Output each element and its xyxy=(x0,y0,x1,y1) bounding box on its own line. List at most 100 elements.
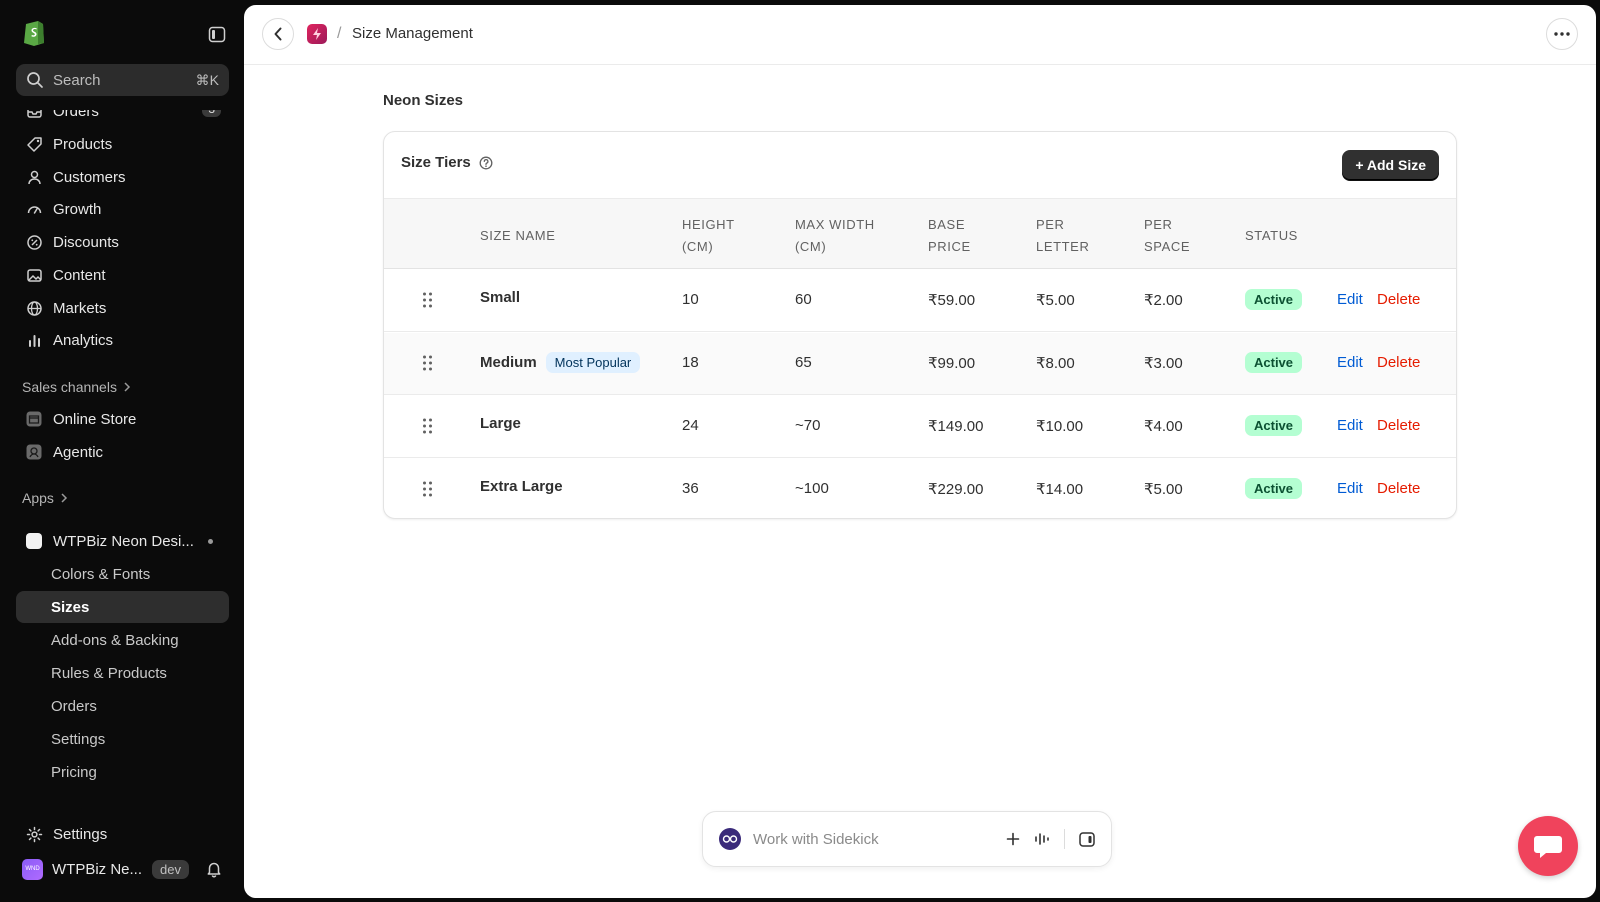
chevron-right-icon xyxy=(61,493,67,503)
delete-link[interactable]: Delete xyxy=(1377,354,1420,371)
sidebar-item-app-neon-designer[interactable]: WTPBiz Neon Desi... xyxy=(16,525,229,557)
size-name-cell: Extra Large xyxy=(480,478,563,495)
back-button[interactable] xyxy=(262,18,294,50)
plus-icon[interactable] xyxy=(1006,832,1020,846)
sidebar-item-label: Products xyxy=(53,135,113,153)
shopify-logo-icon[interactable] xyxy=(22,19,46,46)
voice-waveform-icon[interactable] xyxy=(1034,832,1050,846)
chevron-right-icon xyxy=(124,382,131,392)
chat-support-button[interactable] xyxy=(1518,816,1578,876)
sidebar-item-label: Rules & Products xyxy=(51,664,167,682)
apps-heading[interactable]: Apps xyxy=(22,490,68,506)
per-letter-cell: ₹14.00 xyxy=(1036,481,1084,498)
sidebar-item-content[interactable]: Content xyxy=(16,259,229,291)
column-header-unit: SPACE xyxy=(1144,239,1191,254)
sidebar-item-label: Settings xyxy=(53,825,108,843)
size-name-cell: Small xyxy=(480,289,520,306)
status-badge: Active xyxy=(1245,289,1303,310)
sidekick-avatar-icon xyxy=(719,828,741,850)
column-header-per-space[interactable]: PER SPACE xyxy=(1144,214,1190,258)
sidebar-item-agentic[interactable]: Agentic xyxy=(16,436,229,468)
sidebar-item-label: Pricing xyxy=(51,763,97,781)
sidebar-subitem-orders[interactable]: Orders xyxy=(16,690,229,722)
sidebar-item-markets[interactable]: Markets xyxy=(16,292,229,324)
sidebar-item-label: Content xyxy=(53,266,106,284)
edit-link[interactable]: Edit xyxy=(1337,354,1363,371)
sidebar-subitem-pricing[interactable]: Pricing xyxy=(16,756,229,788)
column-header-status[interactable]: STATUS xyxy=(1245,225,1298,247)
drag-handle-icon[interactable] xyxy=(423,355,432,371)
delete-link[interactable]: Delete xyxy=(1377,417,1420,434)
panel-toggle-icon[interactable] xyxy=(1079,831,1095,847)
sidebar-item-growth[interactable]: Growth xyxy=(16,193,229,225)
column-header-base-price[interactable]: BASE PRICE xyxy=(928,214,971,258)
breadcrumb-separator: / xyxy=(337,25,342,42)
base-price-cell: ₹99.00 xyxy=(928,355,976,372)
sidebar-item-label: Online Store xyxy=(53,410,137,428)
section-heading-label: Sales channels xyxy=(22,379,117,395)
sidebar-toggle-icon[interactable] xyxy=(208,26,226,43)
sidebar-subitem-settings[interactable]: Settings xyxy=(16,723,229,755)
sidebar-item-settings[interactable]: Settings xyxy=(16,818,229,850)
sidebar-subitem-rules-products[interactable]: Rules & Products xyxy=(16,657,229,689)
sidebar-item-analytics[interactable]: Analytics xyxy=(16,324,229,356)
table-row[interactable]: Extra Large 36 ~100 ₹229.00 ₹14.00 ₹5.00… xyxy=(384,459,1456,518)
column-header-size-name[interactable]: SIZE NAME xyxy=(480,225,555,247)
robot-icon xyxy=(24,442,44,462)
table-row[interactable]: Small 10 60 ₹59.00 ₹5.00 ₹2.00 Active Ed… xyxy=(384,270,1456,332)
table-row[interactable]: Large 24 ~70 ₹149.00 ₹10.00 ₹4.00 Active… xyxy=(384,396,1456,458)
store-avatar: WND xyxy=(22,858,43,880)
column-header-height[interactable]: HEIGHT (CM) xyxy=(682,214,735,258)
add-size-button[interactable]: + Add Size xyxy=(1342,150,1439,180)
base-price-cell: ₹59.00 xyxy=(928,292,976,309)
sidebar-header xyxy=(0,0,244,62)
discount-icon xyxy=(24,232,44,252)
sidekick-input[interactable]: Work with Sidekick xyxy=(753,831,992,848)
column-header-per-letter[interactable]: PER LETTER xyxy=(1036,214,1089,258)
column-header-label: PER xyxy=(1144,217,1173,232)
gauge-icon xyxy=(24,199,44,219)
sidebar-item-label: Sizes xyxy=(51,598,90,616)
size-name: Extra Large xyxy=(480,478,563,495)
sales-channels-heading[interactable]: Sales channels xyxy=(22,379,131,395)
sidebar-subitem-colors-fonts[interactable]: Colors & Fonts xyxy=(16,558,229,590)
app-status-dot xyxy=(208,539,213,544)
column-header-max-width[interactable]: MAX WIDTH (CM) xyxy=(795,214,875,258)
size-name: Large xyxy=(480,415,521,432)
main-content: / Size Management Neon Sizes Size Tiers … xyxy=(244,5,1596,898)
sidekick-input-bar[interactable]: Work with Sidekick xyxy=(702,811,1112,867)
table-header: SIZE NAME HEIGHT (CM) MAX WIDTH (CM) BASE P… xyxy=(384,198,1456,269)
drag-handle-icon[interactable] xyxy=(423,418,432,434)
status-badge: Active xyxy=(1245,352,1303,373)
status-badge: Active xyxy=(1245,478,1303,499)
sidebar-item-discounts[interactable]: Discounts xyxy=(16,226,229,258)
store-switcher[interactable]: WND WTPBiz Ne... dev xyxy=(16,853,229,885)
ellipsis-icon xyxy=(1554,32,1570,36)
sidebar-subitem-addons-backing[interactable]: Add-ons & Backing xyxy=(16,624,229,656)
sidebar-item-products[interactable]: Products xyxy=(16,128,229,160)
drag-handle-icon[interactable] xyxy=(423,292,432,308)
edit-link[interactable]: Edit xyxy=(1337,291,1363,308)
sidebar-item-online-store[interactable]: Online Store xyxy=(16,403,229,435)
search-input[interactable]: Search ⌘K xyxy=(16,64,229,96)
sidebar-item-customers[interactable]: Customers xyxy=(16,161,229,193)
more-actions-button[interactable] xyxy=(1546,18,1578,50)
max-width-cell: 65 xyxy=(795,354,812,371)
sidebar-subitem-sizes[interactable]: Sizes xyxy=(16,591,229,623)
sidebar-item-label: Discounts xyxy=(53,233,119,251)
size-name-cell: Large xyxy=(480,415,521,432)
bell-icon[interactable] xyxy=(205,860,223,878)
edit-link[interactable]: Edit xyxy=(1337,417,1363,434)
env-badge: dev xyxy=(152,859,189,879)
person-icon xyxy=(24,167,44,187)
delete-link[interactable]: Delete xyxy=(1377,291,1420,308)
per-letter-cell: ₹8.00 xyxy=(1036,355,1075,372)
height-cell: 24 xyxy=(682,417,699,434)
edit-link[interactable]: Edit xyxy=(1337,480,1363,497)
table-row[interactable]: Medium Most Popular 18 65 ₹99.00 ₹8.00 ₹… xyxy=(384,333,1456,395)
delete-link[interactable]: Delete xyxy=(1377,480,1420,497)
drag-handle-icon[interactable] xyxy=(423,481,432,497)
sidebar-item-label: Agentic xyxy=(53,443,104,461)
sidebar-item-label: Colors & Fonts xyxy=(51,565,151,583)
help-icon[interactable] xyxy=(479,156,493,170)
